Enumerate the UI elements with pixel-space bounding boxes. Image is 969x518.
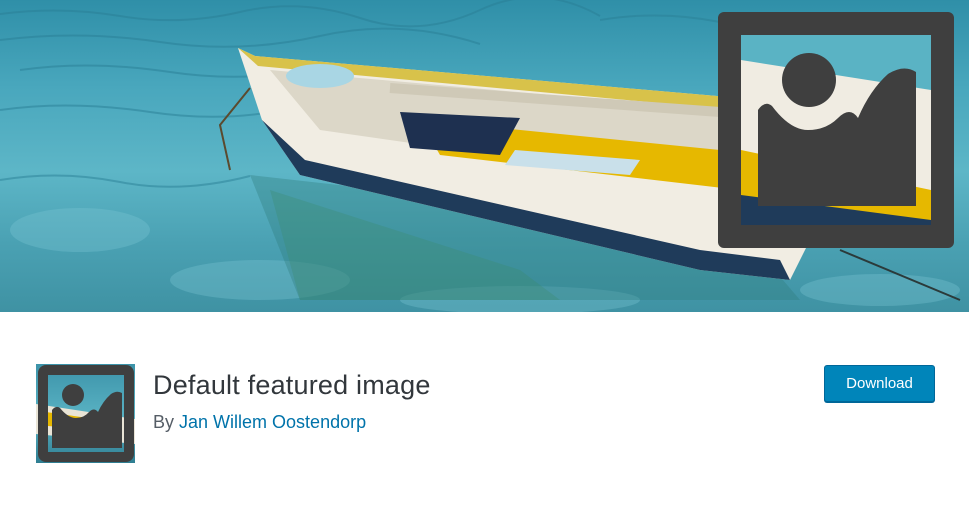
plugin-icon [36,364,135,463]
plugin-title: Default featured image [153,370,431,400]
byline-prefix: By [153,412,175,432]
author-link[interactable]: Jan Willem Oostendorp [179,412,366,432]
byline: By Jan Willem Oostendorp [153,412,366,433]
plugin-header: Default featured image By Jan Willem Oos… [0,312,969,518]
featured-image-placeholder-icon [36,365,135,462]
plugin-banner [0,0,969,312]
banner-boat-photo [0,0,961,312]
download-button[interactable]: Download [824,365,935,402]
